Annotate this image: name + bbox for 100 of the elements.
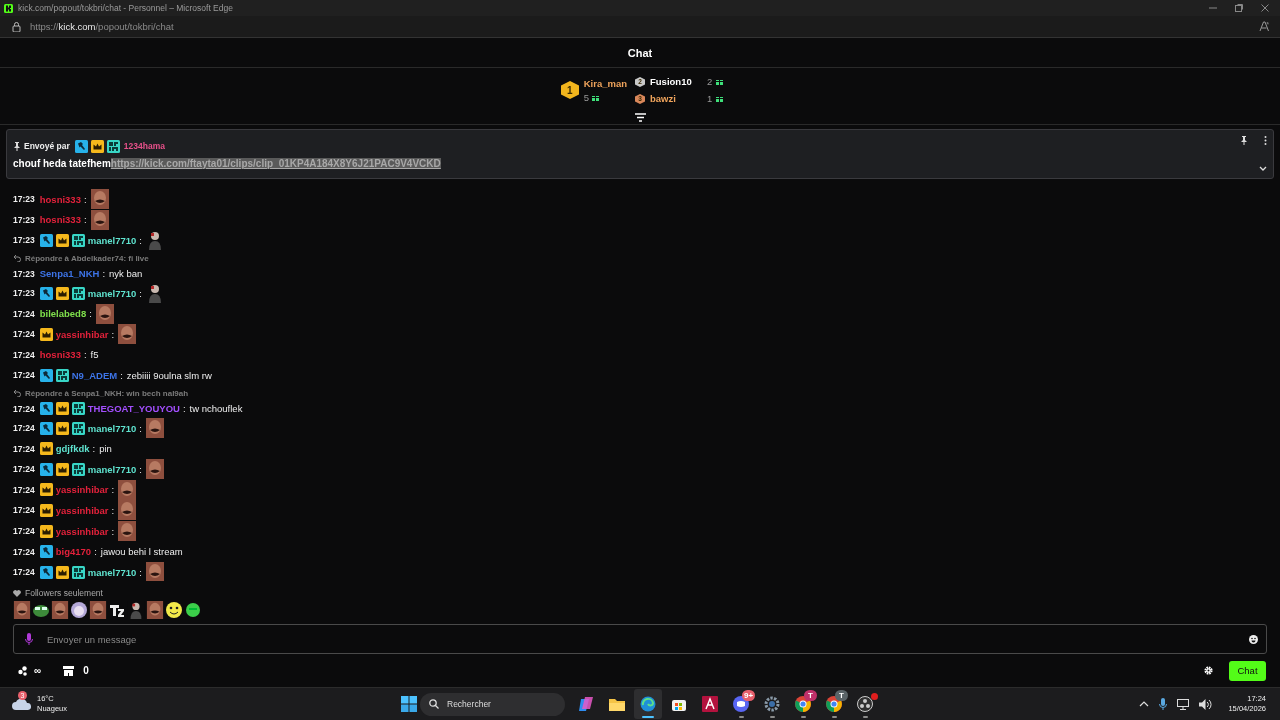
gift-count: 5: [583, 91, 589, 103]
store-icon[interactable]: [63, 665, 75, 676]
rank-medal-icon: 1: [560, 81, 579, 99]
chat-username[interactable]: manel7710: [87, 566, 137, 578]
letter-a-sparkle-icon[interactable]: [1259, 21, 1270, 32]
message-time: 17:23: [13, 288, 35, 299]
lock-icon: [12, 21, 21, 32]
gear-icon[interactable]: [764, 696, 780, 712]
chat-username[interactable]: THEGOAT_YOUYOU: [87, 403, 180, 415]
running-indicator: [769, 716, 775, 718]
colon: :: [139, 463, 142, 475]
folder-icon[interactable]: [609, 696, 625, 712]
microphone-icon[interactable]: [25, 633, 33, 645]
message-time: 17:24: [13, 567, 35, 578]
running-indicator: [642, 716, 654, 718]
speaker-icon[interactable]: [1199, 698, 1213, 710]
restore-icon[interactable]: [1234, 3, 1244, 13]
chat-username[interactable]: Senpa1_NKH: [39, 268, 100, 280]
chat-username[interactable]: manel7710: [87, 235, 137, 246]
message-time: 17:24: [13, 308, 35, 319]
emoji-icon[interactable]: [1249, 634, 1258, 644]
message-text: pin: [99, 443, 112, 455]
notification-dot: [871, 693, 878, 700]
running-indicator: [862, 716, 868, 718]
emote-image: [95, 303, 114, 324]
chat-username[interactable]: yassinhibar: [55, 328, 109, 340]
message-text: jawou behi l stream: [100, 546, 183, 558]
reply-context[interactable]: Répondre à Senpa1_NKH: win bech nal9ah: [25, 388, 189, 398]
chat-username[interactable]: hosni333: [39, 349, 81, 361]
colon: :: [92, 443, 96, 455]
message-time: 17:24: [13, 423, 35, 434]
colon: :: [139, 422, 142, 434]
subscriber-badge-icon: [71, 234, 85, 247]
start-icon[interactable]: [401, 696, 417, 712]
copilot-icon[interactable]: [578, 696, 594, 712]
chat-username[interactable]: yassinhibar: [55, 484, 109, 496]
message-text: f5: [90, 349, 99, 361]
emote-picker-item[interactable]: [165, 601, 183, 619]
emote-picker-item[interactable]: [184, 601, 202, 619]
k-logo-icon: [4, 3, 13, 13]
crown-badge-icon: [39, 483, 53, 497]
reply-context[interactable]: Répondre à Abdelkader74: fi live: [25, 253, 149, 263]
chat-username[interactable]: yassinhibar: [55, 504, 109, 516]
message-input-text[interactable]: Envoyer un message: [45, 632, 1237, 646]
reply-arrow-icon: [13, 389, 21, 398]
monitor-icon[interactable]: [1177, 698, 1190, 710]
search-field[interactable]: Rechercher: [420, 692, 565, 716]
taskbar-app-button[interactable]: T: [820, 689, 848, 719]
crown-badge-icon: [39, 442, 53, 456]
more-icon[interactable]: [1264, 136, 1267, 145]
microphone-icon[interactable]: [1159, 698, 1168, 710]
message-time: 17:23: [13, 235, 35, 246]
chat-title: Chat: [627, 46, 653, 59]
message-time: 17:24: [13, 403, 35, 414]
chevron-down-icon[interactable]: [1259, 166, 1267, 172]
leaderboard-username[interactable]: Fusion10: [650, 76, 702, 87]
colon: :: [120, 369, 123, 381]
chat-username[interactable]: manel7710: [87, 287, 137, 299]
colon: :: [139, 566, 142, 578]
subscriber-badge-icon: [71, 462, 85, 476]
reply-arrow-icon: [13, 254, 21, 263]
taskbar-app-button[interactable]: T: [789, 689, 817, 719]
colon: :: [102, 268, 106, 280]
taskbar-app-button[interactable]: 9+: [727, 689, 755, 719]
leaderboard-username[interactable]: bawzi: [650, 93, 702, 104]
hammer-badge-icon: [39, 402, 53, 416]
settings-icon[interactable]: [1204, 666, 1213, 675]
browser-swirl-icon[interactable]: [640, 696, 656, 712]
chrome-browser-icon[interactable]: [795, 696, 811, 712]
chat-username[interactable]: gdjfkdk: [55, 443, 90, 455]
message-time: 17:23: [13, 214, 35, 225]
chat-username[interactable]: N9_ADEM: [71, 369, 118, 381]
chat-username[interactable]: yassinhibar: [55, 525, 109, 537]
cloud-icon[interactable]: [12, 696, 32, 710]
taskbar-app-button[interactable]: [634, 689, 662, 719]
chrome-browser-icon[interactable]: [826, 696, 842, 712]
send-chat-button[interactable]: Chat: [1229, 660, 1266, 681]
filter-icon[interactable]: [634, 113, 646, 123]
close-icon[interactable]: [1260, 3, 1270, 13]
heart-icon: [13, 589, 21, 597]
chevron-up-icon[interactable]: [1139, 701, 1150, 707]
crown-badge-icon: [55, 234, 69, 247]
pinned-sender-username[interactable]: 1234hama: [123, 141, 165, 151]
emote-image: [118, 500, 137, 521]
emote-image: [146, 418, 164, 439]
chat-username[interactable]: hosni333: [39, 193, 81, 205]
colon: :: [111, 328, 115, 340]
chat-username[interactable]: bilelabed8: [39, 308, 87, 320]
leaderboard-username[interactable]: Kira_man: [583, 77, 627, 89]
chat-username[interactable]: manel7710: [87, 463, 137, 475]
hammer-badge-icon: [39, 286, 53, 300]
emote-picker-item[interactable]: [70, 601, 88, 619]
message-time: 17:24: [13, 526, 35, 536]
chat-username[interactable]: big4170: [55, 546, 92, 558]
chat-username[interactable]: manel7710: [87, 422, 137, 434]
chat-username[interactable]: hosni333: [39, 214, 81, 226]
pin-icon[interactable]: [1240, 136, 1248, 145]
letter-a-icon[interactable]: [702, 696, 718, 712]
dots-cluster-icon[interactable]: [18, 665, 28, 676]
message-input-field[interactable]: Envoyer un message: [13, 624, 1267, 654]
